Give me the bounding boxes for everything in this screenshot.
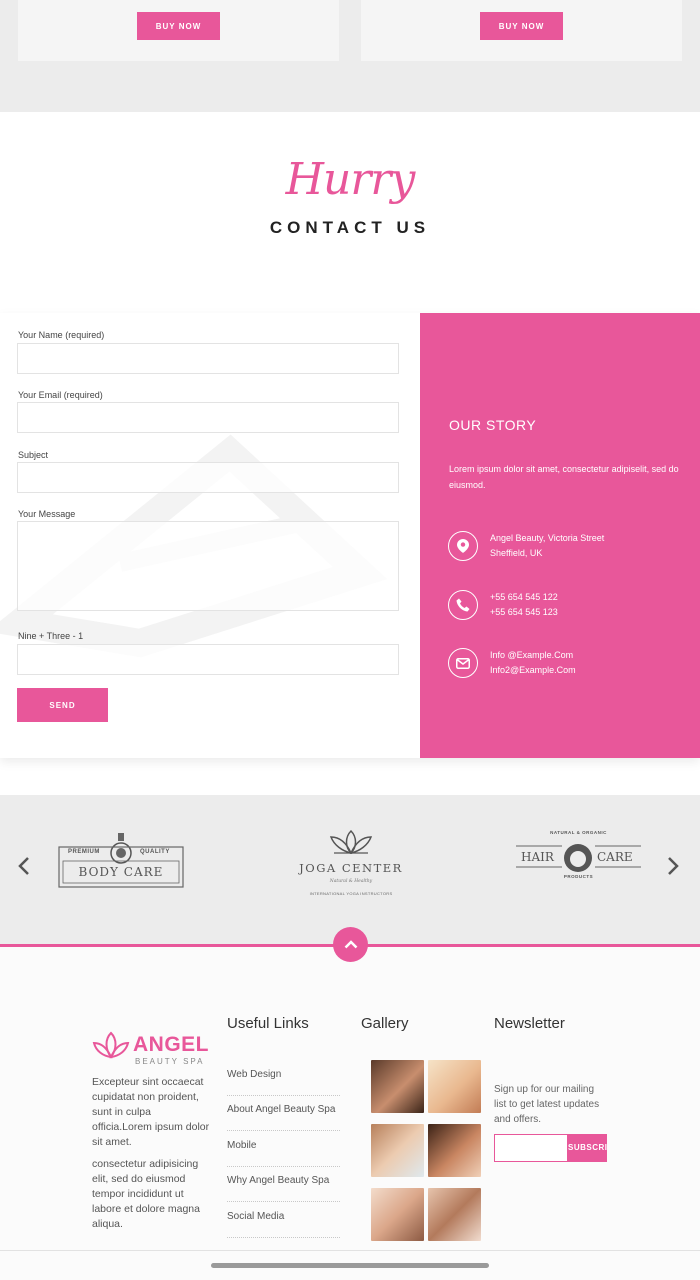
envelope-icon [448,648,478,678]
scroll-to-top-button[interactable] [333,927,368,962]
footer-link[interactable]: Social Media [227,1202,340,1238]
home-indicator [211,1263,489,1268]
email-label: Your Email (required) [18,390,103,400]
buy-now-button[interactable]: BUY NOW [480,12,563,40]
gallery-image[interactable] [371,1124,424,1177]
logo-text: CARE [597,850,633,864]
logo-text: INTERNATIONAL YOGA INSTRUCTORS [309,891,393,896]
chevron-up-icon [344,940,357,949]
newsletter-email-input[interactable] [494,1134,568,1162]
gallery-image[interactable] [428,1188,481,1241]
gallery-image[interactable] [371,1188,424,1241]
hair-care-logo[interactable]: NATURAL & ORGANIC HAIR CARE PRODUCTS [515,828,642,888]
address-line: Angel Beauty, Victoria Street [490,533,605,543]
email-field[interactable] [17,402,399,433]
story-text: Lorem ipsum dolor sit amet, consectetur … [449,464,679,490]
subject-field[interactable] [17,462,399,493]
footer-link[interactable]: About Angel Beauty Spa [227,1095,340,1131]
divider [0,1250,700,1251]
logo-text: JOGA CENTER [299,861,403,875]
gallery-title: Gallery [361,1015,409,1032]
location-pin-icon [448,531,478,561]
pricing-card: BUY NOW [18,0,339,61]
email-line[interactable]: Info2@Example.Com [490,663,576,678]
email-line[interactable]: Info @Example.Com [490,648,576,663]
section-title: CONTACT US [269,218,431,237]
captcha-label: Nine + Three - 1 [18,631,84,641]
about-text: Excepteur sint occaecat cupidatat non pr… [92,1076,210,1148]
subscribe-button[interactable]: SUBSCRIBE [567,1134,607,1162]
logo-text: HAIR [521,850,554,864]
brand-tagline: BEAUTY SPA [135,1057,205,1066]
footer-link[interactable]: Web Design [227,1060,340,1096]
logo-text: PRODUCTS [563,874,594,879]
email-row: Info @Example.Com Info2@Example.Com [448,646,688,680]
email-text: Info @Example.Com Info2@Example.Com [490,648,576,678]
brand-name: ANGEL [133,1033,209,1056]
send-button[interactable]: SEND [17,688,108,722]
logo-text: BODY CARE [78,865,164,879]
footer-link[interactable]: Why Angel Beauty Spa [227,1166,340,1202]
contact-form: Your Name (required) Your Email (require… [0,313,420,758]
about-text: consectetur adipisicing elit, sed do eiu… [92,1158,200,1230]
logo-text: QUALITY [140,849,170,855]
joga-center-logo[interactable]: JOGA CENTER Natural & Healthy INTERNATIO… [290,827,412,907]
address-line: Sheffield, UK [490,548,543,558]
script-heading: Hurry [285,154,416,205]
phone-text: +55 654 545 122 +55 654 545 123 [490,590,558,620]
footer-link[interactable]: Mobile [227,1131,340,1167]
chevron-left-icon[interactable] [18,857,30,881]
name-label: Your Name (required) [18,330,105,340]
buy-now-button[interactable]: BUY NOW [137,12,220,40]
phone-line[interactable]: +55 654 545 122 [490,590,558,605]
phone-line[interactable]: +55 654 545 123 [490,605,558,620]
contact-section: Your Name (required) Your Email (require… [0,313,700,758]
gallery-image[interactable] [371,1060,424,1113]
body-care-logo[interactable]: PREMIUM QUALITY BODY CARE [58,827,184,889]
story-title: OUR STORY [449,417,537,433]
address-text: Angel Beauty, Victoria Street Sheffield,… [490,531,604,561]
lotus-icon [92,1031,130,1059]
pricing-card: BUY NOW [361,0,682,61]
name-field[interactable] [17,343,399,374]
logo-text: NATURAL & ORGANIC [550,830,607,835]
footer: ANGEL BEAUTY SPA Excepteur sint occaecat… [0,947,700,1280]
newsletter-text: Sign up for our mailing list to get late… [494,1084,600,1125]
newsletter-title: Newsletter [494,1015,565,1032]
pricing-section: BUY NOW BUY NOW [0,0,700,112]
message-label: Your Message [18,509,76,519]
address-row: Angel Beauty, Victoria Street Sheffield,… [448,529,688,563]
subject-label: Subject [18,450,49,460]
logo-text: Natural & Healthy [329,879,373,884]
phone-icon [448,590,478,620]
phone-row: +55 654 545 122 +55 654 545 123 [448,588,688,622]
message-field[interactable] [17,521,399,611]
chevron-right-icon[interactable] [667,857,679,881]
captcha-field[interactable] [17,644,399,675]
gallery-image[interactable] [428,1124,481,1177]
partner-logos-carousel: PREMIUM QUALITY BODY CARE JOGA CENTER Na… [0,795,700,945]
gallery-image[interactable] [428,1060,481,1113]
logo-text: PREMIUM [68,849,100,855]
story-panel: OUR STORY Lorem ipsum dolor sit amet, co… [420,313,700,758]
useful-links-title: Useful Links [227,1015,309,1032]
